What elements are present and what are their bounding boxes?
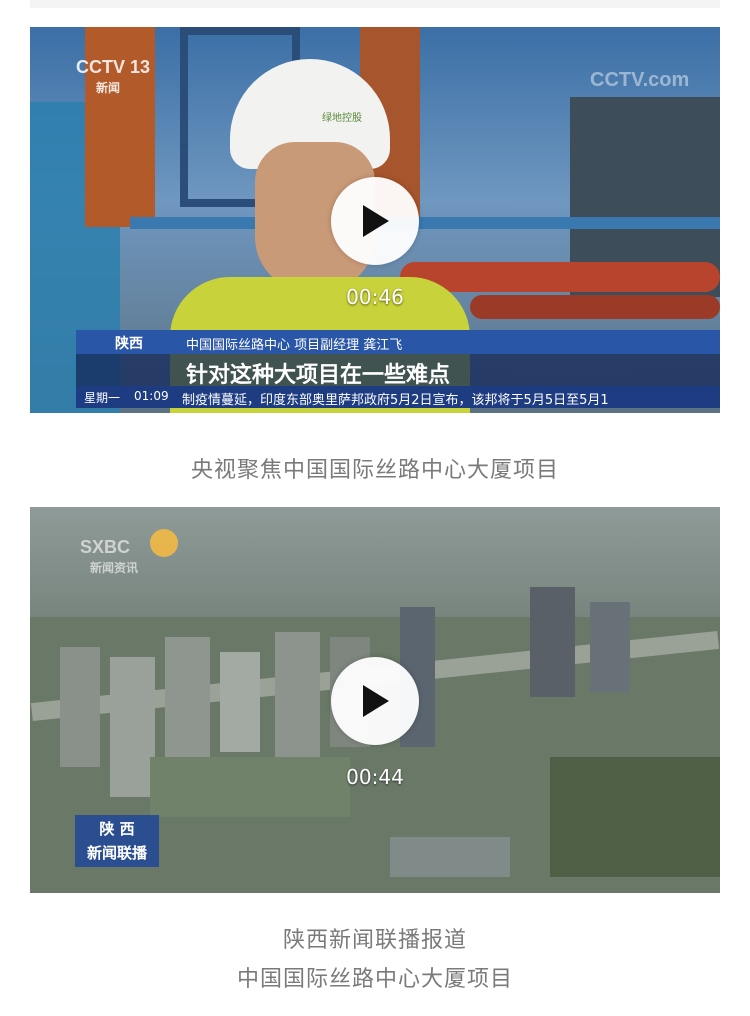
name-strap: 陕西 中国国际丝路中心 项目副经理 龚江飞: [76, 330, 720, 354]
channel-sub: 新闻资讯: [90, 561, 139, 575]
railing: [130, 217, 720, 229]
channel-sub: 新闻: [96, 81, 121, 95]
red-pipe-2: [470, 295, 720, 319]
top-divider: [30, 0, 720, 8]
video-player-1[interactable]: 绿地控股 CCTV 13 新闻 CCTV.com 陕西 中国国际丝路中心 项目副…: [30, 27, 720, 413]
tower: [530, 587, 575, 697]
channel-logo: CCTV 13: [76, 57, 151, 77]
low-building: [390, 837, 510, 877]
ticker-bar: 星期一 01:09 制疫情蔓延，印度东部奥里萨邦政府5月2日宣布，该邦将于5月5…: [76, 386, 720, 408]
video-duration: 00:46: [346, 285, 404, 309]
clock: 01:09: [134, 389, 169, 403]
play-button[interactable]: [331, 177, 419, 265]
play-icon: [363, 685, 389, 717]
video-duration: 00:44: [346, 765, 404, 789]
weekday: 星期一: [84, 391, 121, 405]
subtitle-text: 针对这种大项目在一些难点: [186, 363, 451, 388]
channel-logo: SXBC: [80, 537, 131, 557]
channel-logo-emblem: [150, 529, 178, 557]
play-icon: [363, 205, 389, 237]
subtitle-strap: 针对这种大项目在一些难点: [76, 354, 720, 388]
video-caption-2-line1: 陕西新闻联播报道: [282, 928, 467, 953]
green-lot: [150, 757, 350, 817]
building: [275, 632, 320, 762]
building: [60, 647, 100, 767]
speaker-title: 中国国际丝路中心 项目副经理 龚江飞: [186, 338, 403, 353]
ticker-text: 制疫情蔓延，印度东部奥里萨邦政府5月2日宣布，该邦将于5月5日至5月1: [182, 393, 609, 408]
program-region: 陕 西: [99, 820, 135, 838]
red-pipe-1: [400, 262, 720, 292]
building: [220, 652, 260, 752]
video-player-2[interactable]: SXBC 新闻资讯 陕 西 新闻联播 00:44: [30, 507, 720, 893]
cctv-watermark: CCTV.com: [590, 69, 690, 91]
tower: [590, 602, 630, 692]
building: [110, 657, 155, 797]
video-caption-2-line2: 中国国际丝路中心大厦项目: [236, 967, 513, 992]
region-label: 陕西: [115, 336, 143, 352]
video-caption-1: 央视聚焦中国国际丝路中心大厦项目: [190, 458, 559, 483]
play-button[interactable]: [331, 657, 419, 745]
program-name: 新闻联播: [86, 844, 147, 862]
field: [550, 757, 720, 877]
helmet-logo: 绿地控股: [322, 113, 362, 124]
program-badge: 陕 西 新闻联播: [75, 815, 159, 867]
